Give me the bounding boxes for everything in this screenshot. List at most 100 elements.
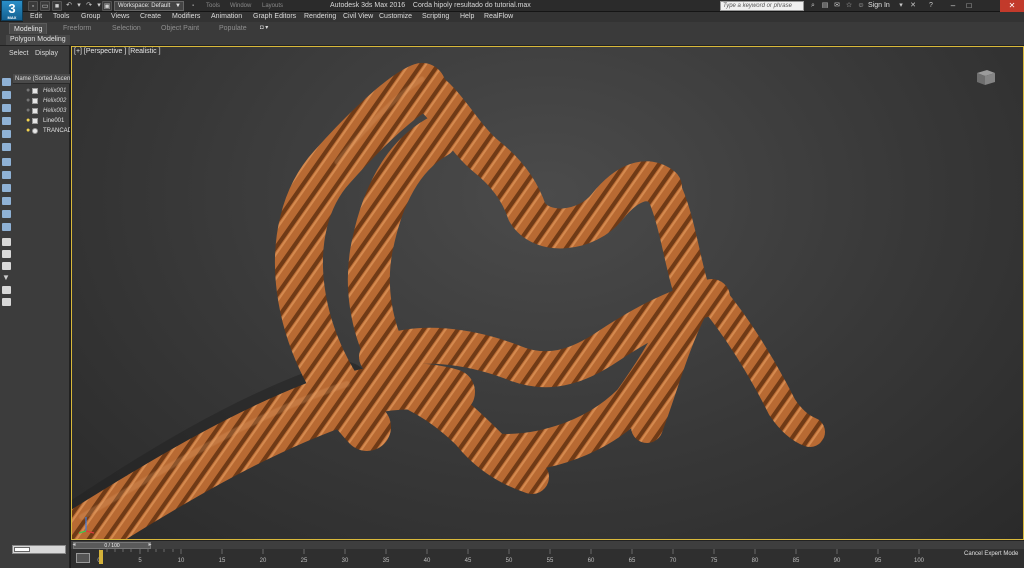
communication-center-icon[interactable]: ✉ <box>832 1 842 11</box>
user-icon[interactable]: ☺ <box>856 1 866 11</box>
column-header-name[interactable]: Name (Sorted Ascen <box>13 74 70 84</box>
list-item[interactable]: ● Helix003 <box>13 106 70 116</box>
menu-customize[interactable]: Customize <box>379 12 412 22</box>
display-groups-icon[interactable] <box>2 158 11 166</box>
visibility-icon[interactable]: ● <box>26 127 31 134</box>
new-file-icon[interactable]: ▫ <box>28 1 38 11</box>
application-button[interactable]: 3 MAX <box>1 0 23 21</box>
display-cameras-icon[interactable] <box>2 117 11 125</box>
time-slider[interactable]: 0 / 100 <box>73 542 151 549</box>
viewcube-icon[interactable] <box>973 67 997 87</box>
menu-civil-view[interactable]: Civil View <box>343 12 373 22</box>
tab-modeling[interactable]: Modeling <box>9 23 48 34</box>
object-name: Helix001 <box>43 88 67 94</box>
track-bar[interactable]: 0 5 10 15 20 25 30 35 40 45 50 55 60 65 … <box>71 549 951 568</box>
display-containers-icon[interactable] <box>2 197 11 205</box>
ribbon-options-icon[interactable]: ◘ ▾ <box>260 24 276 32</box>
menu-rendering[interactable]: Rendering <box>304 12 336 22</box>
menu-tools[interactable]: Tools <box>53 12 69 22</box>
cancel-expert-mode-button[interactable]: Cancel Expert Mode <box>951 549 1024 568</box>
project-folder-icon[interactable]: ▣ <box>102 1 112 11</box>
workspace-dropdown[interactable]: Workspace: Default ▼ <box>114 1 184 11</box>
workspace-label: Workspace: Default <box>118 3 171 9</box>
help-icon[interactable]: ? <box>926 1 936 11</box>
menu-graph-editors[interactable]: Graph Editors <box>253 12 296 22</box>
visibility-icon[interactable]: ● <box>26 87 31 94</box>
app-name: Autodesk 3ds Max 2016 <box>330 2 406 9</box>
search-input[interactable]: Type a keyword or phrase <box>720 1 804 11</box>
tick-label: 20 <box>259 558 267 564</box>
tab-populate[interactable]: Populate <box>219 23 247 34</box>
sort-icon[interactable] <box>2 298 11 306</box>
list-item[interactable]: ● TRANCAD <box>13 126 70 136</box>
search-icon[interactable]: ⌕ <box>808 1 818 11</box>
display-helpers-icon[interactable] <box>2 130 11 138</box>
display-xrefs-icon[interactable] <box>2 171 11 179</box>
visibility-icon[interactable]: ● <box>26 117 31 124</box>
filter-icon[interactable]: ▼ <box>2 274 10 282</box>
subscription-center-icon[interactable]: ▤ <box>820 1 830 11</box>
display-none-icon[interactable] <box>2 250 11 258</box>
explorer-bottom-button[interactable] <box>14 547 30 552</box>
viewport-label-menu[interactable]: [+] [Perspective ] [Realistic ] <box>74 48 161 55</box>
menu-edit[interactable]: Edit <box>30 12 42 22</box>
display-all-icon[interactable] <box>2 238 11 246</box>
menu-realflow[interactable]: RealFlow <box>484 12 513 22</box>
menu-help[interactable]: Help <box>460 12 474 22</box>
perspective-viewport[interactable]: [+] [Perspective ] [Realistic ] <box>71 46 1024 540</box>
visibility-icon[interactable]: ● <box>26 97 31 104</box>
tick-label: 70 <box>669 558 677 564</box>
display-hidden-icon[interactable] <box>2 223 11 231</box>
explorer-tab-select[interactable]: Select <box>9 50 28 57</box>
object-name: Helix003 <box>43 108 67 114</box>
display-bones-icon[interactable] <box>2 184 11 192</box>
undo-icon[interactable]: ↶ <box>64 1 74 11</box>
display-frozen-icon[interactable] <box>2 210 11 218</box>
open-file-icon[interactable]: ▭ <box>40 1 50 11</box>
display-shapes-icon[interactable] <box>2 91 11 99</box>
faded-toolbar-item: Tools <box>206 3 221 9</box>
explorer-list: Name (Sorted Ascen ● Helix001 ● Helix002… <box>13 74 70 554</box>
sign-in-link[interactable]: Sign In <box>868 0 890 12</box>
menu-create[interactable]: Create <box>140 12 161 22</box>
minimize-button[interactable]: – <box>946 0 960 12</box>
display-spacewarps-icon[interactable] <box>2 143 11 151</box>
maximize-button[interactable]: □ <box>962 0 976 12</box>
display-lights-icon[interactable] <box>2 104 11 112</box>
toolbar-extra-icon[interactable]: ▪ <box>192 1 194 11</box>
list-item[interactable]: ● Line001 <box>13 116 70 126</box>
signin-dropdown-icon[interactable]: ▾ <box>896 1 906 11</box>
explorer-tab-display[interactable]: Display <box>35 50 58 57</box>
find-icon[interactable] <box>2 286 11 294</box>
menu-modifiers[interactable]: Modifiers <box>172 12 200 22</box>
favorites-icon[interactable]: ☆ <box>844 1 854 11</box>
object-name: TRANCAD <box>43 128 70 134</box>
ruler-ticks <box>99 549 920 554</box>
exchange-apps-icon[interactable]: ✕ <box>908 1 918 11</box>
save-file-icon[interactable]: ■ <box>52 1 62 11</box>
tab-freeform[interactable]: Freeform <box>63 23 91 34</box>
tick-label: 55 <box>546 558 554 564</box>
menu-group[interactable]: Group <box>81 12 100 22</box>
tab-selection[interactable]: Selection <box>112 23 141 34</box>
menu-views[interactable]: Views <box>111 12 130 22</box>
current-frame-marker[interactable] <box>99 550 103 564</box>
ribbon-panel-polygon-modeling[interactable]: Polygon Modeling <box>6 35 70 45</box>
list-item[interactable]: ● Helix001 <box>13 86 70 96</box>
display-invert-icon[interactable] <box>2 262 11 270</box>
tick-label: 80 <box>751 558 759 564</box>
list-item[interactable]: ● Helix002 <box>13 96 70 106</box>
visibility-icon[interactable]: ● <box>26 107 31 114</box>
redo-icon[interactable]: ↷ <box>84 1 94 11</box>
tick-label: 100 <box>913 558 925 564</box>
tab-object-paint[interactable]: Object Paint <box>161 23 199 34</box>
tick-label: 95 <box>874 558 882 564</box>
file-name: Corda hipoly resultado do tutorial.max <box>412 2 531 9</box>
menu-animation[interactable]: Animation <box>211 12 242 22</box>
menu-scripting[interactable]: Scripting <box>422 12 449 22</box>
track-ruler[interactable]: 0 5 10 15 20 25 30 35 40 45 50 55 60 65 … <box>97 549 1021 568</box>
undo-dropdown-icon[interactable]: ▾ <box>74 1 84 11</box>
mini-curve-editor-icon[interactable] <box>76 553 90 563</box>
display-geometry-icon[interactable] <box>2 78 11 86</box>
close-button[interactable]: ✕ <box>1000 0 1024 12</box>
